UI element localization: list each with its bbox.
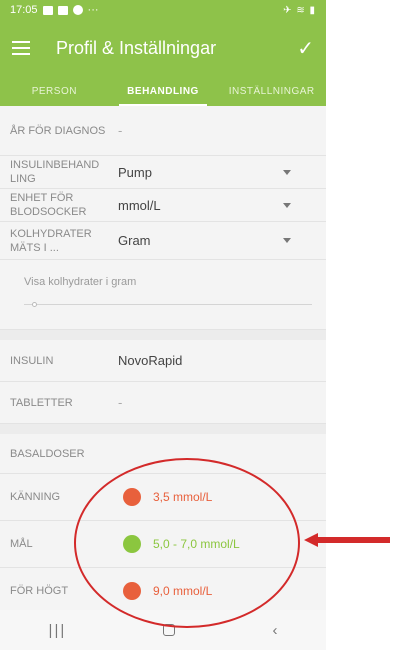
image-icon (57, 5, 68, 15)
tab-installningar[interactable]: INSTÄLLNINGAR (217, 76, 326, 106)
level-value: 3,5 mmol/L (153, 490, 213, 504)
level-label: KÄNNING (10, 491, 61, 503)
row-insulinbehandling[interactable]: INSULINBEHAND LING Pump (0, 156, 326, 189)
basaldoser-label: BASALDOSER (10, 447, 85, 460)
tabletter-value: - (118, 395, 123, 410)
tab-person[interactable]: PERSON (0, 76, 109, 106)
enhet-value: mmol/L (118, 197, 161, 213)
kolhydrater-toggle-box: Visa kolhydrater i gram (0, 260, 326, 330)
system-nav-bar: ||| ‹ (0, 610, 326, 650)
status-indicators: ✈ ≋ ▮ (283, 4, 316, 16)
level-label: MÅL (10, 538, 33, 550)
page-title: Profil & Inställningar (56, 37, 217, 58)
level-row-mal[interactable]: MÅL 5,0 - 7,0 mmol/L (0, 521, 326, 568)
menu-icon[interactable] (12, 41, 30, 55)
dropdown-caret-icon (283, 238, 291, 243)
section-divider (0, 330, 326, 340)
save-check-icon[interactable]: ✓ (297, 36, 314, 61)
insulinbehandling-label: INSULINBEHAND LING (10, 159, 100, 185)
app-bar: Profil & Inställningar ✓ (0, 20, 326, 76)
insulinbehandling-value: Pump (118, 164, 152, 180)
section-divider (0, 424, 326, 434)
level-row-for-hogt[interactable]: FÖR HÖGT 9,0 mmol/L (0, 568, 326, 615)
globe-icon (72, 5, 83, 15)
insulin-label: INSULIN (10, 354, 54, 367)
status-time: 17:05 (10, 4, 38, 16)
kolhydrater-value: Gram (118, 233, 151, 248)
back-icon[interactable]: ‹ (272, 622, 277, 639)
annotation-arrow-icon (304, 533, 390, 547)
level-value: 5,0 - 7,0 mmol/L (153, 537, 240, 551)
dropdown-caret-icon (283, 169, 291, 175)
status-bar: 17:05 ··· ✈ ≋ ▮ (0, 0, 326, 20)
row-insulin[interactable]: INSULIN NovoRapid (0, 340, 326, 382)
tab-bar: PERSON BEHANDLING INSTÄLLNINGAR (0, 76, 326, 106)
level-color-dot (123, 582, 141, 600)
level-value: 9,0 mmol/L (153, 584, 213, 598)
insulin-value: NovoRapid (118, 353, 183, 368)
kolhydrater-label: KOLHYDRATER MÄTS I ... (10, 227, 92, 254)
row-diagnos[interactable]: ÅR FÖR DIAGNOS - (0, 106, 326, 156)
visa-kolhydrater-label: Visa kolhydrater i gram (24, 276, 137, 288)
tab-behandling[interactable]: BEHANDLING (109, 76, 218, 106)
level-label: FÖR HÖGT (10, 585, 69, 597)
phone-screen: 17:05 ··· ✈ ≋ ▮ Profil & Inställningar ✓… (0, 0, 326, 650)
row-basaldoser[interactable]: BASALDOSER (0, 434, 326, 474)
tabletter-label: TABLETTER (10, 396, 73, 409)
diagnos-value: - (118, 123, 123, 138)
row-enhet[interactable]: ENHET FÖR BLODSOCKER mmol/L (0, 189, 326, 222)
level-color-dot (123, 488, 141, 506)
level-color-dot (123, 535, 141, 553)
row-kolhydrater[interactable]: KOLHYDRATER MÄTS I ... Gram (0, 222, 326, 260)
level-row-kanning[interactable]: KÄNNING 3,5 mmol/L (0, 474, 326, 521)
enhet-label: ENHET FÖR BLODSOCKER (10, 192, 87, 218)
recent-apps-icon[interactable]: ||| (49, 622, 67, 639)
slider-thumb[interactable] (32, 302, 37, 307)
dropdown-caret-icon (283, 202, 291, 208)
row-tabletter[interactable]: TABLETTER - (0, 382, 326, 424)
gallery-icon (42, 5, 53, 15)
status-more: ··· (87, 4, 99, 16)
kolhydrater-slider[interactable] (24, 302, 312, 307)
diagnos-label: ÅR FÖR DIAGNOS (10, 124, 106, 137)
home-icon[interactable] (163, 624, 176, 636)
